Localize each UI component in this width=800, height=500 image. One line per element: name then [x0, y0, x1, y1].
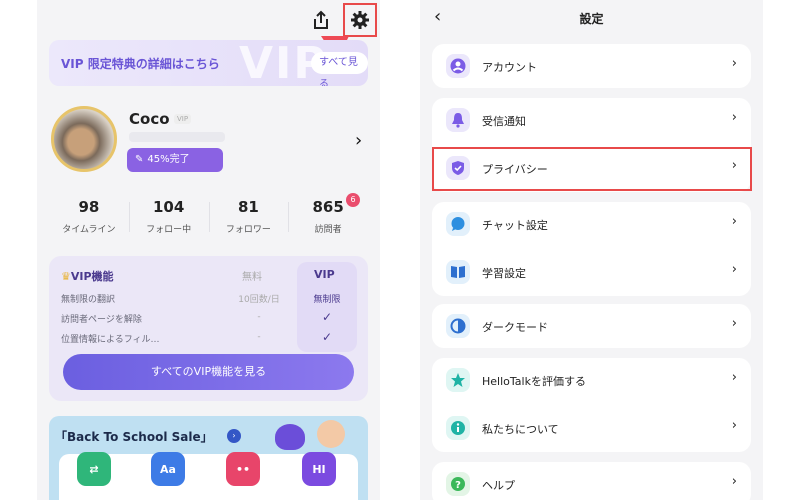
feature-label: 無制限の翻訳 [61, 295, 116, 305]
profile-card[interactable]: Coco VIP ✎ 45%完了 › [49, 96, 368, 186]
chevron-right-icon[interactable]: › [355, 130, 362, 151]
stat-following[interactable]: 104 フォロー中 [128, 198, 209, 242]
vip-banner-text: VIP 限定特典の詳細はこちら [61, 57, 220, 71]
feature-free-value: - [257, 332, 261, 342]
settings-item-label: チャット設定 [482, 219, 548, 232]
settings-group-about: HelloTalkを評価する › 私たちについて › [432, 358, 751, 452]
stat-visitors[interactable]: 865 訪問者 6 [288, 193, 368, 242]
pencil-icon: ✎ [135, 154, 144, 165]
vip-banner[interactable]: VIP 限定特典の詳細はこちら VIP すべて見る [49, 40, 368, 86]
settings-item-label: 学習設定 [482, 267, 526, 280]
settings-item-label: 受信通知 [482, 115, 526, 128]
see-all-vip-features-button[interactable]: すべてのVIP機能を見る [63, 354, 354, 390]
gear-icon [351, 11, 369, 29]
info-icon [446, 416, 470, 440]
chevron-right-icon: › [731, 370, 737, 385]
hi-app-icon[interactable]: HI [302, 452, 336, 486]
stats-row: 98 タイムライン 104 フォロー中 81 フォロワー 865 訪問者 6 [49, 193, 368, 242]
stat-label: フォロワー [225, 225, 271, 235]
stat-label: フォロー中 [146, 225, 192, 235]
star-icon [446, 368, 470, 392]
stat-followers[interactable]: 81 フォロワー [208, 198, 289, 242]
settings-item-dark-mode[interactable]: ダークモード › [432, 304, 751, 348]
settings-item-label: 私たちについて [482, 423, 559, 436]
stat-value: 104 [152, 198, 185, 216]
vip-column-header: VIP [314, 268, 335, 281]
bell-icon [446, 108, 470, 132]
settings-group-help: ? ヘルプ › [432, 462, 751, 500]
avatar[interactable] [51, 106, 117, 172]
visitor-badge: 6 [346, 193, 360, 207]
check-icon: ✓ [321, 310, 333, 324]
aa-app-icon[interactable]: Aa [151, 452, 185, 486]
chat-app-icon[interactable]: •• [226, 452, 260, 486]
chevron-right-icon: › [731, 316, 737, 331]
vip-features-card: ♛VIP機能 無料 VIP 無制限の翻訳 10回数/日 無制限 訪問者ページを解… [49, 256, 368, 401]
chevron-right-icon: › [731, 262, 737, 277]
settings-group-chat: チャット設定 › 学習設定 › [432, 202, 751, 296]
svg-text:?: ? [455, 480, 461, 491]
check-icon: ✓ [321, 330, 333, 344]
chat-icon [446, 212, 470, 236]
settings-item-learning[interactable]: 学習設定 › [432, 250, 751, 294]
settings-item-label: ヘルプ [482, 479, 515, 492]
profile-subtitle-blurred [129, 132, 225, 142]
translate-app-icon[interactable]: ⇄ [77, 452, 111, 486]
share-button[interactable] [307, 6, 335, 34]
settings-item-label: ダークモード [482, 321, 548, 334]
chevron-right-icon: › [227, 429, 241, 443]
stat-value: 81 [237, 198, 259, 216]
vip-features-header: ♛VIP機能 [61, 270, 114, 283]
stat-timeline[interactable]: 98 タイムライン [49, 198, 129, 242]
settings-group-appearance: ダークモード › [432, 304, 751, 348]
see-all-button[interactable]: すべて見る [311, 52, 368, 86]
feature-free-value: 10回数/日 [238, 295, 280, 305]
sale-title: 「Back To School Sale」 [55, 430, 213, 444]
chevron-right-icon: › [731, 56, 737, 71]
chevron-right-icon: › [731, 418, 737, 433]
chevron-right-icon: › [731, 214, 737, 229]
settings-item-about[interactable]: 私たちについて › [432, 406, 751, 450]
profile-progress-button[interactable]: ✎ 45%完了 [127, 148, 223, 172]
feature-label: 位置情報によるフィル… [61, 335, 160, 345]
free-column-header: 無料 [242, 272, 262, 283]
settings-item-notifications[interactable]: 受信通知 › [432, 98, 751, 142]
feature-label: 訪問者ページを解除 [61, 315, 142, 325]
settings-item-help[interactable]: ? ヘルプ › [432, 462, 751, 500]
stat-value: 98 [78, 198, 100, 216]
feature-free-value: - [257, 312, 261, 322]
settings-screen: ‹ 設定 アカウント › 受信通知 › プライバシー › チャット設定 › 学習… [420, 0, 763, 500]
share-icon [314, 10, 328, 29]
chevron-right-icon: › [731, 110, 737, 125]
mascot-image [275, 424, 305, 450]
account-icon [446, 54, 470, 78]
vip-chip: VIP [174, 114, 192, 124]
crown-icon: ♛ [61, 270, 71, 283]
settings-item-rate[interactable]: HelloTalkを評価する › [432, 358, 751, 402]
settings-group-account: アカウント › [432, 44, 751, 88]
settings-item-label: HelloTalkを評価する [482, 375, 586, 388]
profile-name: Coco [129, 110, 170, 128]
feature-vip-value: 無制限 [313, 295, 341, 305]
person-image [317, 420, 345, 448]
stat-label: タイムライン [62, 225, 116, 235]
dark-mode-icon [446, 314, 470, 338]
progress-label: 45%完了 [147, 154, 190, 165]
settings-item-account[interactable]: アカウント › [432, 44, 751, 88]
settings-item-label: アカウント [482, 61, 537, 74]
privacy-highlight-box [432, 147, 752, 191]
help-icon: ? [446, 472, 470, 496]
stat-label: 訪問者 [314, 225, 342, 235]
screenshot-composite: VIP 限定特典の詳細はこちら VIP すべて見る Coco VIP ✎ 45%完… [0, 0, 800, 500]
page-title: 設定 [579, 12, 604, 26]
book-icon [446, 260, 470, 284]
settings-item-chat[interactable]: チャット設定 › [432, 202, 751, 246]
profile-screen: VIP 限定特典の詳細はこちら VIP すべて見る Coco VIP ✎ 45%完… [37, 0, 380, 500]
chevron-right-icon: › [731, 474, 737, 489]
